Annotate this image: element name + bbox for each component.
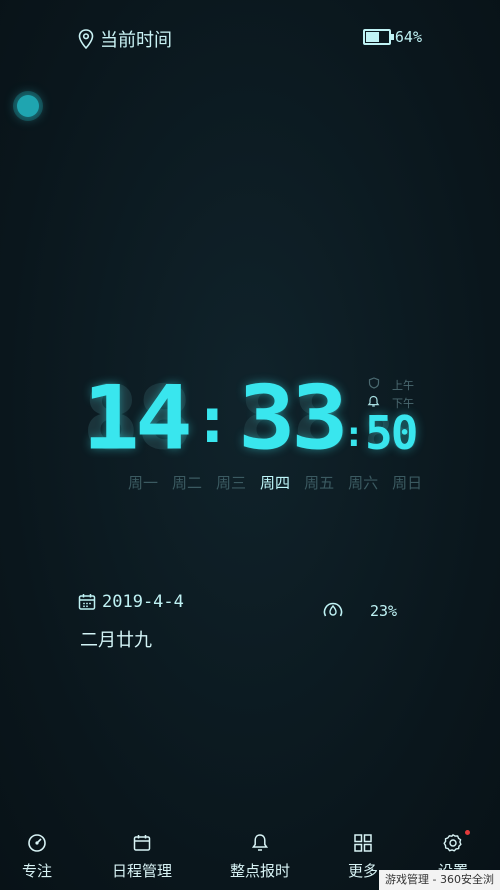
bell-icon <box>251 834 269 851</box>
weekday-thu: 周四 <box>260 474 291 492</box>
battery-icon <box>362 29 394 45</box>
humidity-gauge-icon <box>323 602 343 617</box>
pm-label: 下午 <box>392 397 414 410</box>
calendar-icon <box>78 594 96 610</box>
hour-minute-colon: : <box>193 384 232 458</box>
gregorian-date-text: 2019-4-4 <box>102 592 184 612</box>
nav-item-hourly-chime[interactable]: 整点报时 <box>230 832 290 881</box>
am-label: 上午 <box>392 379 414 392</box>
weekday-fri: 周五 <box>304 474 335 492</box>
weekday-wed: 周三 <box>216 474 247 492</box>
minute-ones-digit: 3 <box>291 366 349 470</box>
nav-item-focus[interactable]: 专注 <box>22 832 52 881</box>
minute-second-colon: : <box>343 414 365 455</box>
gear-icon <box>443 834 462 852</box>
weekday-tue: 周二 <box>172 474 203 492</box>
floating-assistive-button[interactable] <box>17 95 39 117</box>
gregorian-date: 2019-4-4 <box>78 592 184 612</box>
nav-label-schedule: 日程管理 <box>112 862 173 880</box>
settings-notification-dot <box>465 830 470 835</box>
minute-tens-digit: 3 <box>238 366 296 470</box>
calendar-icon <box>133 835 151 851</box>
weekday-row: 周一 周二 周三 周四 周五 周六 周日 <box>128 472 422 493</box>
hour-ones-digit: 4 <box>135 366 193 470</box>
nav-item-more[interactable]: 更多 <box>348 832 378 881</box>
nav-label-focus: 专注 <box>22 862 53 880</box>
weekday-mon: 周一 <box>128 474 159 492</box>
location-indicator[interactable]: 当前时间 <box>78 26 172 52</box>
battery-percent: 64% <box>394 28 422 46</box>
alarm-bell-icon <box>367 395 380 407</box>
alarm-shield-icon <box>368 377 380 389</box>
hour-tens-digit: 1 <box>82 366 140 470</box>
location-label: 当前时间 <box>100 30 172 51</box>
weekday-sun: 周日 <box>392 474 423 492</box>
humidity-value: 23% <box>370 602 398 620</box>
battery-indicator: 64% <box>362 28 422 46</box>
nav-label-more: 更多 <box>348 862 379 880</box>
location-pin-icon <box>78 29 94 49</box>
lunar-date: 二月廿九 <box>80 630 152 651</box>
seconds-digits: 50 <box>365 406 418 460</box>
grid-icon <box>354 834 372 852</box>
nav-label-hourly-chime: 整点报时 <box>230 862 291 880</box>
focus-dial-icon <box>28 834 46 852</box>
humidity-indicator: 23% <box>322 600 397 622</box>
watermark: 游戏管理 - 360安全浏 <box>379 870 500 890</box>
weekday-sat: 周六 <box>348 474 379 492</box>
nav-item-schedule[interactable]: 日程管理 <box>112 832 172 881</box>
